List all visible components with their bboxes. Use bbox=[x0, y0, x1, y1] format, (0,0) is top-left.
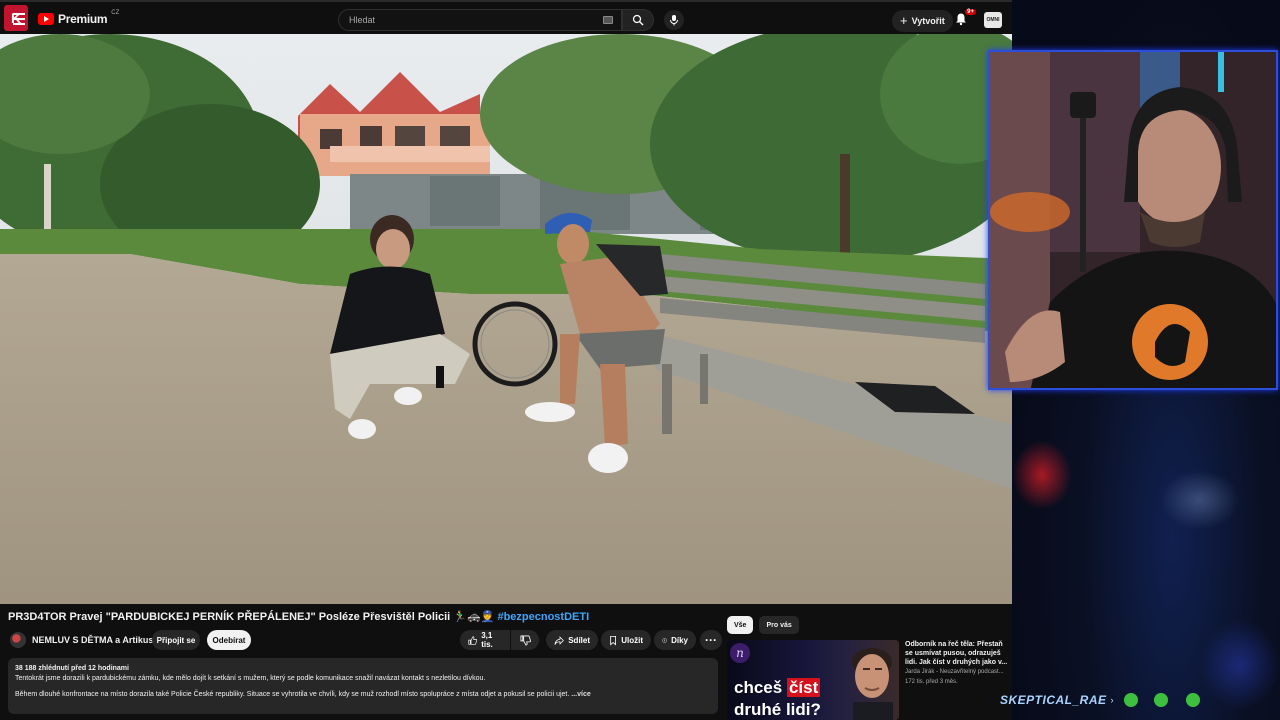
recommended-video-meta: 172 tis. před 3 měs. bbox=[905, 679, 958, 685]
channel-row: NEMLUV S DĚTMA a Artikus Připojit se Ode… bbox=[8, 630, 722, 652]
podcast-logo: n bbox=[730, 643, 750, 663]
video-title-text: PR3D4TOR Pravej "PARDUBICKEJ PERNÍK PŘEP… bbox=[8, 611, 451, 623]
description-box[interactable]: 38 188 zhlédnutí před 12 hodinami Tentok… bbox=[8, 658, 718, 714]
account-avatar[interactable]: OMNI bbox=[984, 12, 1002, 28]
notification-badge: 9+ bbox=[965, 9, 976, 15]
notifications-button[interactable]: 9+ bbox=[954, 9, 976, 28]
recommended-video-title[interactable]: Odborník na řeč těla: Přestaň se usmívat… bbox=[905, 640, 1009, 667]
plus-icon: + bbox=[900, 13, 908, 28]
join-button[interactable]: Připojit se bbox=[152, 630, 200, 650]
chat-emote-icon bbox=[1124, 693, 1138, 707]
description-line-2-text: Během dlouhé konfrontace na místo dorazi… bbox=[15, 691, 570, 698]
search-placeholder: Hledat bbox=[349, 15, 376, 25]
thumbs-up-icon bbox=[468, 635, 478, 645]
youtube-page: K Premium CZ Hledat + Vytvořit bbox=[0, 0, 1012, 720]
search-icon bbox=[632, 14, 644, 26]
search-input[interactable]: Hledat bbox=[338, 9, 622, 31]
like-button[interactable]: 3,1 tis. bbox=[460, 630, 510, 650]
thumbnail-text-prefix: chceš bbox=[734, 678, 783, 697]
chip-all[interactable]: Vše bbox=[727, 616, 754, 634]
save-button[interactable]: Uložit bbox=[601, 630, 651, 650]
more-actions-button[interactable]: ··· bbox=[700, 630, 722, 650]
thumbs-down-icon bbox=[520, 635, 531, 645]
create-button[interactable]: + Vytvořit bbox=[892, 10, 953, 32]
video-frame bbox=[0, 34, 1012, 604]
description-line-1: Tentokrát jsme dorazili k pardubickému z… bbox=[15, 675, 486, 682]
logo-text: Premium bbox=[58, 12, 108, 26]
streamer-name: SKEPTICAL_RAE bbox=[1000, 693, 1107, 707]
thumbnail-text-line-1: chceš číst bbox=[734, 678, 821, 698]
youtube-logo[interactable]: Premium CZ bbox=[38, 10, 120, 26]
video-hashtag[interactable]: #bezpecnostDETI bbox=[497, 611, 589, 623]
chat-emote-icon bbox=[1186, 693, 1200, 707]
thumbnail-text-highlight: číst bbox=[786, 678, 821, 697]
keyboard-icon[interactable] bbox=[603, 16, 613, 24]
screen: K Premium CZ Hledat + Vytvořit bbox=[0, 0, 1280, 720]
recommendation-chips: Vše Pro vás bbox=[727, 616, 799, 634]
view-stats: 38 188 zhlédnutí před 12 hodinami bbox=[15, 665, 129, 672]
search-button[interactable] bbox=[622, 9, 654, 31]
chat-emote-icon bbox=[1154, 693, 1168, 707]
top-bar: K Premium CZ Hledat + Vytvořit bbox=[0, 0, 1012, 34]
subscribe-button[interactable]: Odebírat bbox=[207, 630, 251, 650]
description-line-2: Během dlouhé konfrontace na místo dorazi… bbox=[15, 690, 711, 700]
youtube-play-icon bbox=[38, 13, 54, 25]
chip-for-you[interactable]: Pro vás bbox=[759, 616, 799, 634]
chevron-right-icon: › bbox=[1110, 695, 1114, 705]
show-more-link[interactable]: ...více bbox=[571, 691, 590, 698]
thumbnail-face bbox=[852, 648, 893, 720]
video-title-emojis: 🏃‍♂️🚓👮 bbox=[453, 611, 495, 623]
like-count: 3,1 tis. bbox=[481, 631, 493, 649]
webcam-scene bbox=[990, 52, 1276, 388]
thumbnail-text-line-2: druhé lidi? bbox=[734, 700, 821, 719]
thanks-button[interactable]: Díky bbox=[654, 630, 696, 650]
bookmark-icon bbox=[610, 635, 616, 645]
menu-icon[interactable] bbox=[10, 10, 28, 28]
recommended-video-info[interactable]: Odborník na řeč těla: Přestaň se usmívat… bbox=[905, 640, 1009, 687]
recommended-video-channel: Jarda Jirák - Neuzavřitelný podcast... bbox=[905, 669, 1004, 675]
video-player[interactable] bbox=[0, 34, 1012, 604]
share-button[interactable]: Sdílet bbox=[546, 630, 598, 650]
white-light-glow bbox=[1160, 470, 1240, 530]
red-light-glow bbox=[1012, 440, 1072, 510]
video-title: PR3D4TOR Pravej "PARDUBICKEJ PERNÍK PŘEP… bbox=[8, 610, 718, 623]
dislike-button[interactable] bbox=[511, 630, 539, 650]
channel-name[interactable]: NEMLUV S DĚTMA a Artikus bbox=[32, 635, 153, 645]
share-label: Sdílet bbox=[568, 635, 590, 645]
microphone-icon bbox=[670, 15, 678, 26]
channel-avatar[interactable] bbox=[10, 632, 26, 648]
recommended-video-thumbnail[interactable]: n chceš číst druhé lidi? bbox=[727, 640, 899, 720]
share-icon bbox=[554, 635, 564, 645]
webcam-feed bbox=[988, 50, 1278, 390]
logo-country: CZ bbox=[111, 10, 120, 16]
voice-search-button[interactable] bbox=[664, 10, 684, 30]
thanks-label: Díky bbox=[671, 635, 688, 645]
save-label: Uložit bbox=[621, 635, 643, 645]
more-icon: ··· bbox=[705, 633, 717, 647]
create-label: Vytvořit bbox=[911, 16, 945, 26]
super-thanks-icon bbox=[662, 637, 667, 643]
